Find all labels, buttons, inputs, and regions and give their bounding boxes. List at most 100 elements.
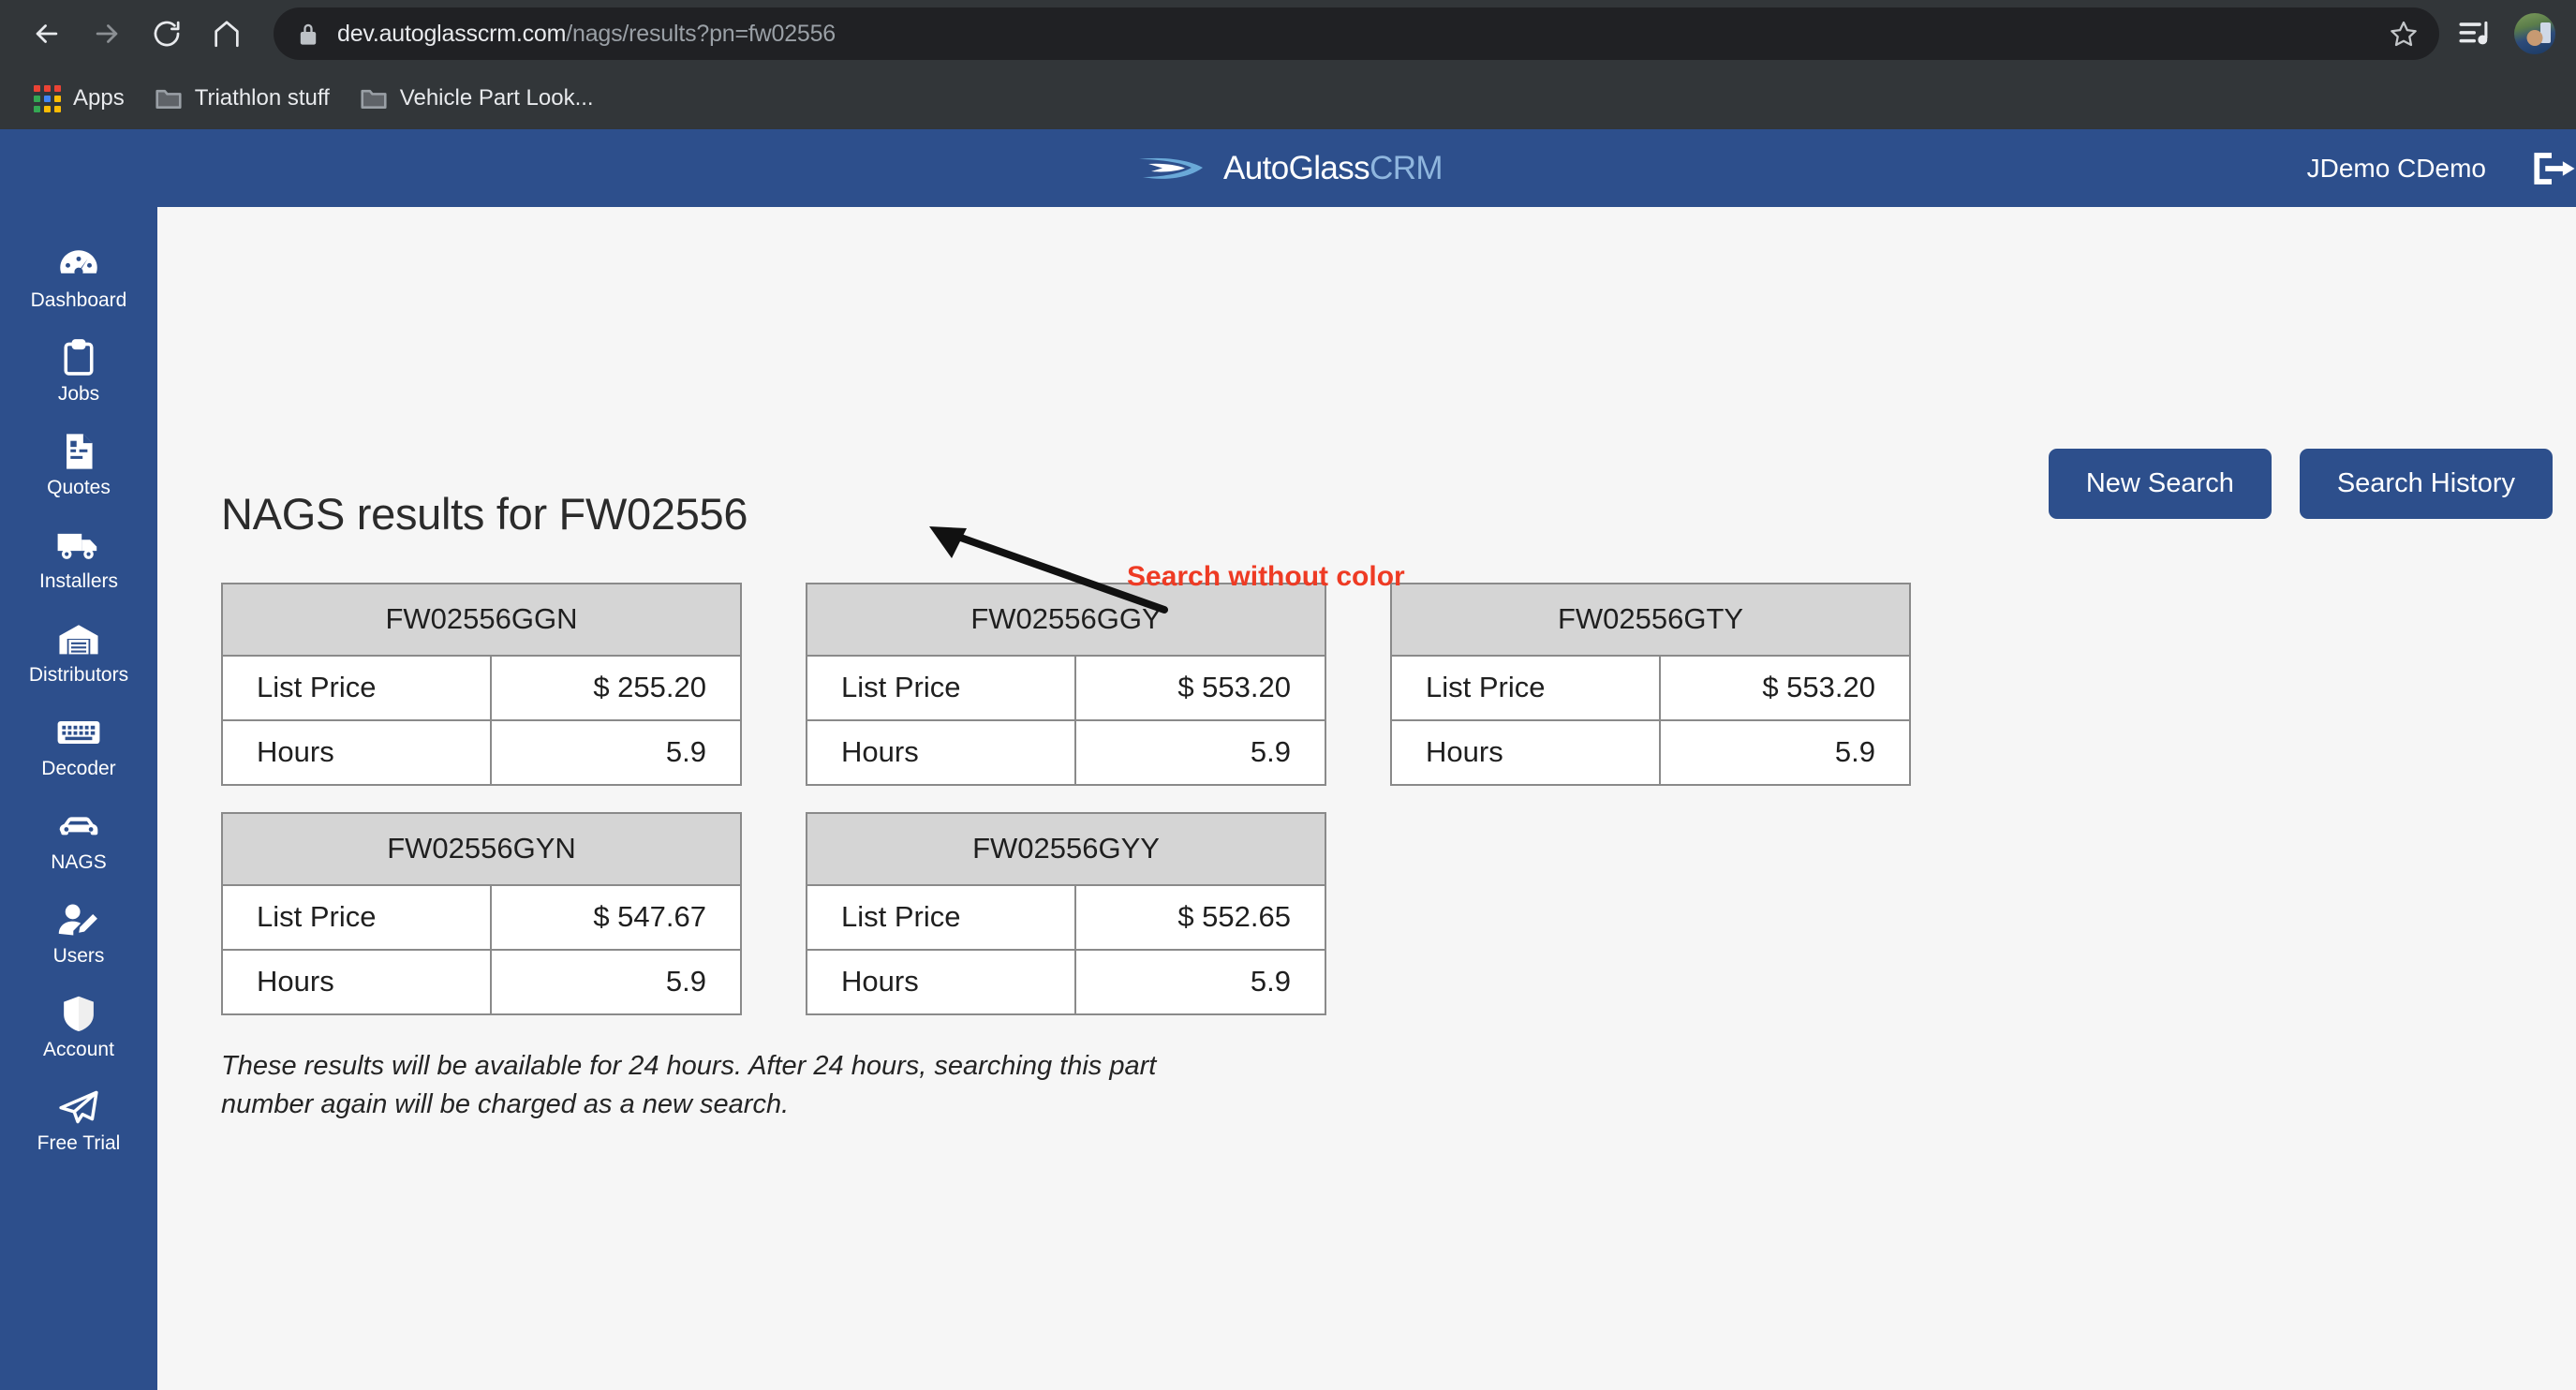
sidebar-item-users[interactable]: Users: [0, 887, 157, 981]
hours-label: Hours: [223, 721, 492, 784]
list-price-value: $ 255.20: [492, 657, 740, 719]
bookmark-label: Apps: [73, 85, 125, 111]
swoosh-arrow-icon: [1133, 148, 1214, 189]
result-part-number: FW02556GYY: [807, 814, 1325, 886]
header-user-name[interactable]: JDemo CDemo: [2307, 154, 2486, 184]
table-row: List Price $ 553.20: [1392, 657, 1909, 721]
star-icon[interactable]: [2389, 19, 2419, 49]
hours-value: 5.9: [1076, 951, 1325, 1013]
bookmark-label: Triathlon stuff: [195, 85, 330, 111]
sidebar-item-free-trial[interactable]: Free Trial: [0, 1074, 157, 1168]
result-part-number: FW02556GYN: [223, 814, 740, 886]
sidebar-item-decoder[interactable]: Decoder: [0, 700, 157, 793]
bookmarks-bar: Apps Triathlon stuff Vehicle Part Look..…: [0, 67, 2576, 129]
avatar[interactable]: [2514, 13, 2555, 54]
sidebar-item-label: Dashboard: [31, 290, 127, 310]
result-card[interactable]: FW02556GYY List Price $ 552.65 Hours 5.9: [806, 812, 1326, 1015]
table-row: List Price $ 553.20: [807, 657, 1325, 721]
shield-icon: [61, 994, 96, 1033]
result-part-number: FW02556GTY: [1392, 584, 1909, 657]
search-history-button[interactable]: Search History: [2300, 449, 2553, 519]
bookmark-apps[interactable]: Apps: [19, 78, 140, 120]
sidebar-item-quotes[interactable]: Quotes: [0, 419, 157, 512]
media-playlist-icon[interactable]: [2458, 18, 2494, 50]
browser-toolbar-right: [2458, 13, 2555, 54]
results-disclaimer: These results will be available for 24 h…: [221, 1047, 1214, 1124]
hours-value: 5.9: [1076, 721, 1325, 784]
sidebar-item-label: Account: [43, 1040, 114, 1059]
app-logo-text: AutoGlassCRM: [1223, 150, 1443, 187]
sidebar: Dashboard Jobs Quotes Installers Distrib: [0, 207, 157, 1390]
list-price-value: $ 547.67: [492, 886, 740, 949]
car-icon: [55, 806, 102, 846]
annotation-label: Search without color: [1127, 561, 1405, 593]
bookmark-triathlon-stuff[interactable]: Triathlon stuff: [140, 78, 345, 119]
document-icon: [62, 432, 96, 471]
folder-icon: [360, 86, 388, 111]
url-path: /nags/results?pn=fw02556: [566, 21, 836, 47]
sidebar-item-distributors[interactable]: Distributors: [0, 606, 157, 700]
clipboard-icon: [62, 338, 96, 377]
back-icon[interactable]: [21, 7, 73, 60]
sidebar-item-installers[interactable]: Installers: [0, 512, 157, 606]
page-body: Dashboard Jobs Quotes Installers Distrib: [0, 207, 2576, 1390]
sidebar-item-label: Distributors: [29, 665, 128, 685]
table-row: Hours 5.9: [1392, 721, 1909, 784]
list-price-value: $ 553.20: [1661, 657, 1909, 719]
apps-grid-icon: [34, 85, 61, 112]
sidebar-item-label: Quotes: [47, 478, 111, 497]
logout-icon[interactable]: [2527, 148, 2576, 189]
sidebar-item-account[interactable]: Account: [0, 981, 157, 1074]
logo-primary: AutoGlass: [1223, 150, 1369, 186]
main-content: New Search Search History NAGS results f…: [157, 207, 2576, 1390]
list-price-label: List Price: [223, 657, 492, 719]
home-icon[interactable]: [200, 7, 253, 60]
address-bar[interactable]: dev.autoglasscrm.com/nags/results?pn=fw0…: [274, 7, 2439, 60]
result-card[interactable]: FW02556GGN List Price $ 255.20 Hours 5.9: [221, 583, 742, 786]
hours-label: Hours: [807, 721, 1076, 784]
result-part-number: FW02556GGN: [223, 584, 740, 657]
table-row: List Price $ 552.65: [807, 886, 1325, 951]
sidebar-item-label: Installers: [39, 571, 118, 591]
sidebar-item-dashboard[interactable]: Dashboard: [0, 231, 157, 325]
empty-grid-slot: [1390, 812, 1911, 1015]
lock-icon: [298, 22, 318, 46]
table-row: List Price $ 255.20: [223, 657, 740, 721]
bookmark-vehicle-part-lookup[interactable]: Vehicle Part Look...: [345, 78, 609, 119]
list-price-label: List Price: [807, 657, 1076, 719]
browser-toolbar: dev.autoglasscrm.com/nags/results?pn=fw0…: [0, 0, 2576, 67]
hours-value: 5.9: [1661, 721, 1909, 784]
reload-icon[interactable]: [141, 7, 193, 60]
app-logo[interactable]: AutoGlassCRM: [1133, 148, 1443, 189]
table-row: Hours 5.9: [807, 951, 1325, 1013]
list-price-value: $ 553.20: [1076, 657, 1325, 719]
keyboard-icon: [56, 713, 101, 752]
sidebar-item-label: Users: [53, 946, 105, 966]
hours-label: Hours: [1392, 721, 1661, 784]
warehouse-icon: [57, 619, 100, 658]
sidebar-item-label: Decoder: [41, 759, 115, 778]
list-price-label: List Price: [223, 886, 492, 949]
new-search-button[interactable]: New Search: [2049, 449, 2272, 519]
truck-icon: [56, 525, 101, 565]
sidebar-item-label: Jobs: [58, 384, 99, 404]
sidebar-item-nags[interactable]: NAGS: [0, 793, 157, 887]
result-card[interactable]: FW02556GTY List Price $ 553.20 Hours 5.9: [1390, 583, 1911, 786]
hours-label: Hours: [223, 951, 492, 1013]
list-price-label: List Price: [1392, 657, 1661, 719]
paper-plane-icon: [57, 1087, 100, 1127]
action-bar: New Search Search History: [2049, 449, 2553, 519]
result-card[interactable]: FW02556GYN List Price $ 547.67 Hours 5.9: [221, 812, 742, 1015]
sidebar-item-label: NAGS: [51, 852, 107, 872]
logo-secondary: CRM: [1369, 150, 1443, 186]
bookmark-label: Vehicle Part Look...: [400, 85, 594, 111]
gauge-icon: [57, 244, 100, 284]
hours-value: 5.9: [492, 721, 740, 784]
url-text: dev.autoglasscrm.com/nags/results?pn=fw0…: [337, 21, 836, 48]
results-grid: FW02556GGN List Price $ 255.20 Hours 5.9…: [221, 583, 2576, 1015]
app-header: AutoGlassCRM JDemo CDemo: [0, 129, 2576, 207]
folder-icon: [155, 86, 183, 111]
forward-icon[interactable]: [81, 7, 133, 60]
sidebar-item-jobs[interactable]: Jobs: [0, 325, 157, 419]
table-row: List Price $ 547.67: [223, 886, 740, 951]
